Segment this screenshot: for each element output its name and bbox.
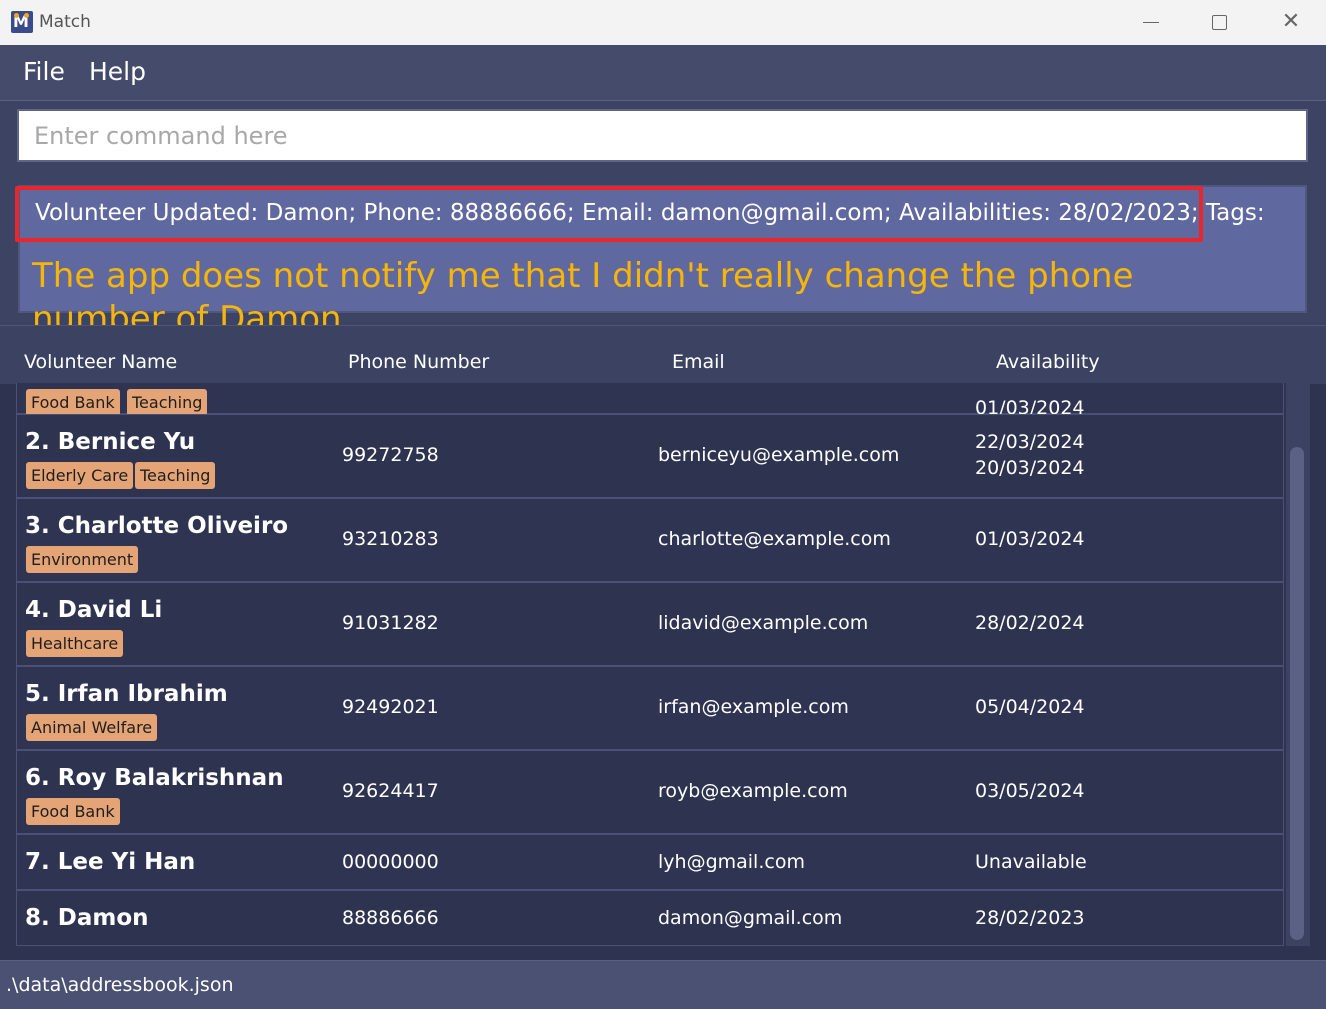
window-title: Match xyxy=(39,12,91,32)
maximize-icon[interactable] xyxy=(1207,10,1233,36)
table-row[interactable]: 5. Irfan Ibrahim Animal Welfare 92492021… xyxy=(16,666,1284,750)
tag-badge: Teaching xyxy=(127,389,208,416)
minimize-icon[interactable] xyxy=(1139,10,1165,36)
phone-cell: 99272758 xyxy=(342,444,439,466)
table-row[interactable]: Food Bank Teaching 01/03/2024 xyxy=(16,383,1284,419)
tag-badge: Animal Welfare xyxy=(26,714,158,741)
close-icon[interactable]: ✕ xyxy=(1278,10,1304,36)
availability-cell: Unavailable xyxy=(975,851,1087,873)
volunteer-name: 2. Bernice Yu xyxy=(25,429,196,455)
volunteer-name: 6. Roy Balakrishnan xyxy=(25,765,284,791)
data-file-path: .\data\addressbook.json xyxy=(6,974,234,996)
table-row[interactable]: 2. Bernice Yu Elderly Care Teaching 9927… xyxy=(16,414,1284,498)
email-cell: lyh@gmail.com xyxy=(658,851,805,873)
phone-cell: 92492021 xyxy=(342,696,439,718)
tag-badge: Healthcare xyxy=(26,630,124,657)
phone-cell: 92624417 xyxy=(342,780,439,802)
tag-badge: Food Bank xyxy=(26,389,120,416)
phone-cell: 93210283 xyxy=(342,528,439,550)
volunteer-name: 8. Damon xyxy=(25,905,149,931)
column-header-name: Volunteer Name xyxy=(24,351,178,373)
tag-badge: Food Bank xyxy=(26,798,120,825)
availability-cell: 28/02/2023 xyxy=(975,907,1085,929)
table-row[interactable]: 8. Damon 88886666 damon@gmail.com 28/02/… xyxy=(16,890,1284,946)
email-cell: berniceyu@example.com xyxy=(658,444,900,466)
menu-file[interactable]: File xyxy=(23,57,65,86)
status-bar: .\data\addressbook.json xyxy=(0,960,1326,1009)
phone-cell: 00000000 xyxy=(342,851,439,873)
email-cell: lidavid@example.com xyxy=(658,612,869,634)
highlight-annotation-box xyxy=(15,186,1203,242)
table-row[interactable]: 6. Roy Balakrishnan Food Bank 92624417 r… xyxy=(16,750,1284,834)
column-header-availability: Availability xyxy=(996,351,1100,373)
app-logo-icon: M xyxy=(11,11,33,33)
column-header-email: Email xyxy=(672,351,725,373)
command-box-area xyxy=(0,100,1326,178)
tag-badge: Teaching xyxy=(135,462,216,489)
volunteer-list[interactable]: Food Bank Teaching 01/03/2024 2. Bernice… xyxy=(16,383,1286,946)
availability-cell: 03/05/2024 xyxy=(975,780,1085,802)
volunteer-name: 3. Charlotte Oliveiro xyxy=(25,513,289,539)
volunteer-name: 5. Irfan Ibrahim xyxy=(25,681,228,707)
tag-badge: Elderly Care xyxy=(26,462,134,489)
table-row[interactable]: 7. Lee Yi Han 00000000 lyh@gmail.com Una… xyxy=(16,834,1284,890)
volunteer-name: 7. Lee Yi Han xyxy=(25,849,196,875)
email-cell: royb@example.com xyxy=(658,780,848,802)
volunteer-name: 4. David Li xyxy=(25,597,163,623)
email-cell: damon@gmail.com xyxy=(658,907,843,929)
phone-cell: 88886666 xyxy=(342,907,439,929)
availability-cell: 05/04/2024 xyxy=(975,696,1085,718)
availability-cell: 28/02/2024 xyxy=(975,612,1085,634)
title-bar: M Match ✕ xyxy=(0,0,1326,46)
availability-cell: 22/03/2024 xyxy=(975,431,1085,453)
list-scrollbar-thumb[interactable] xyxy=(1290,447,1304,940)
menu-bar: File Help xyxy=(0,45,1326,100)
email-cell: irfan@example.com xyxy=(658,696,849,718)
availability-cell: 20/03/2024 xyxy=(975,457,1085,479)
table-header: Volunteer Name Phone Number Email Availa… xyxy=(0,325,1326,384)
table-row[interactable]: 3. Charlotte Oliveiro Environment 932102… xyxy=(16,498,1284,582)
availability-cell: 01/03/2024 xyxy=(975,528,1085,550)
column-header-phone: Phone Number xyxy=(348,351,490,373)
email-cell: charlotte@example.com xyxy=(658,528,891,550)
menu-help[interactable]: Help xyxy=(89,57,146,86)
phone-cell: 91031282 xyxy=(342,612,439,634)
tag-badge: Environment xyxy=(26,546,139,573)
table-row[interactable]: 4. David Li Healthcare 91031282 lidavid@… xyxy=(16,582,1284,666)
command-input[interactable] xyxy=(17,109,1308,162)
